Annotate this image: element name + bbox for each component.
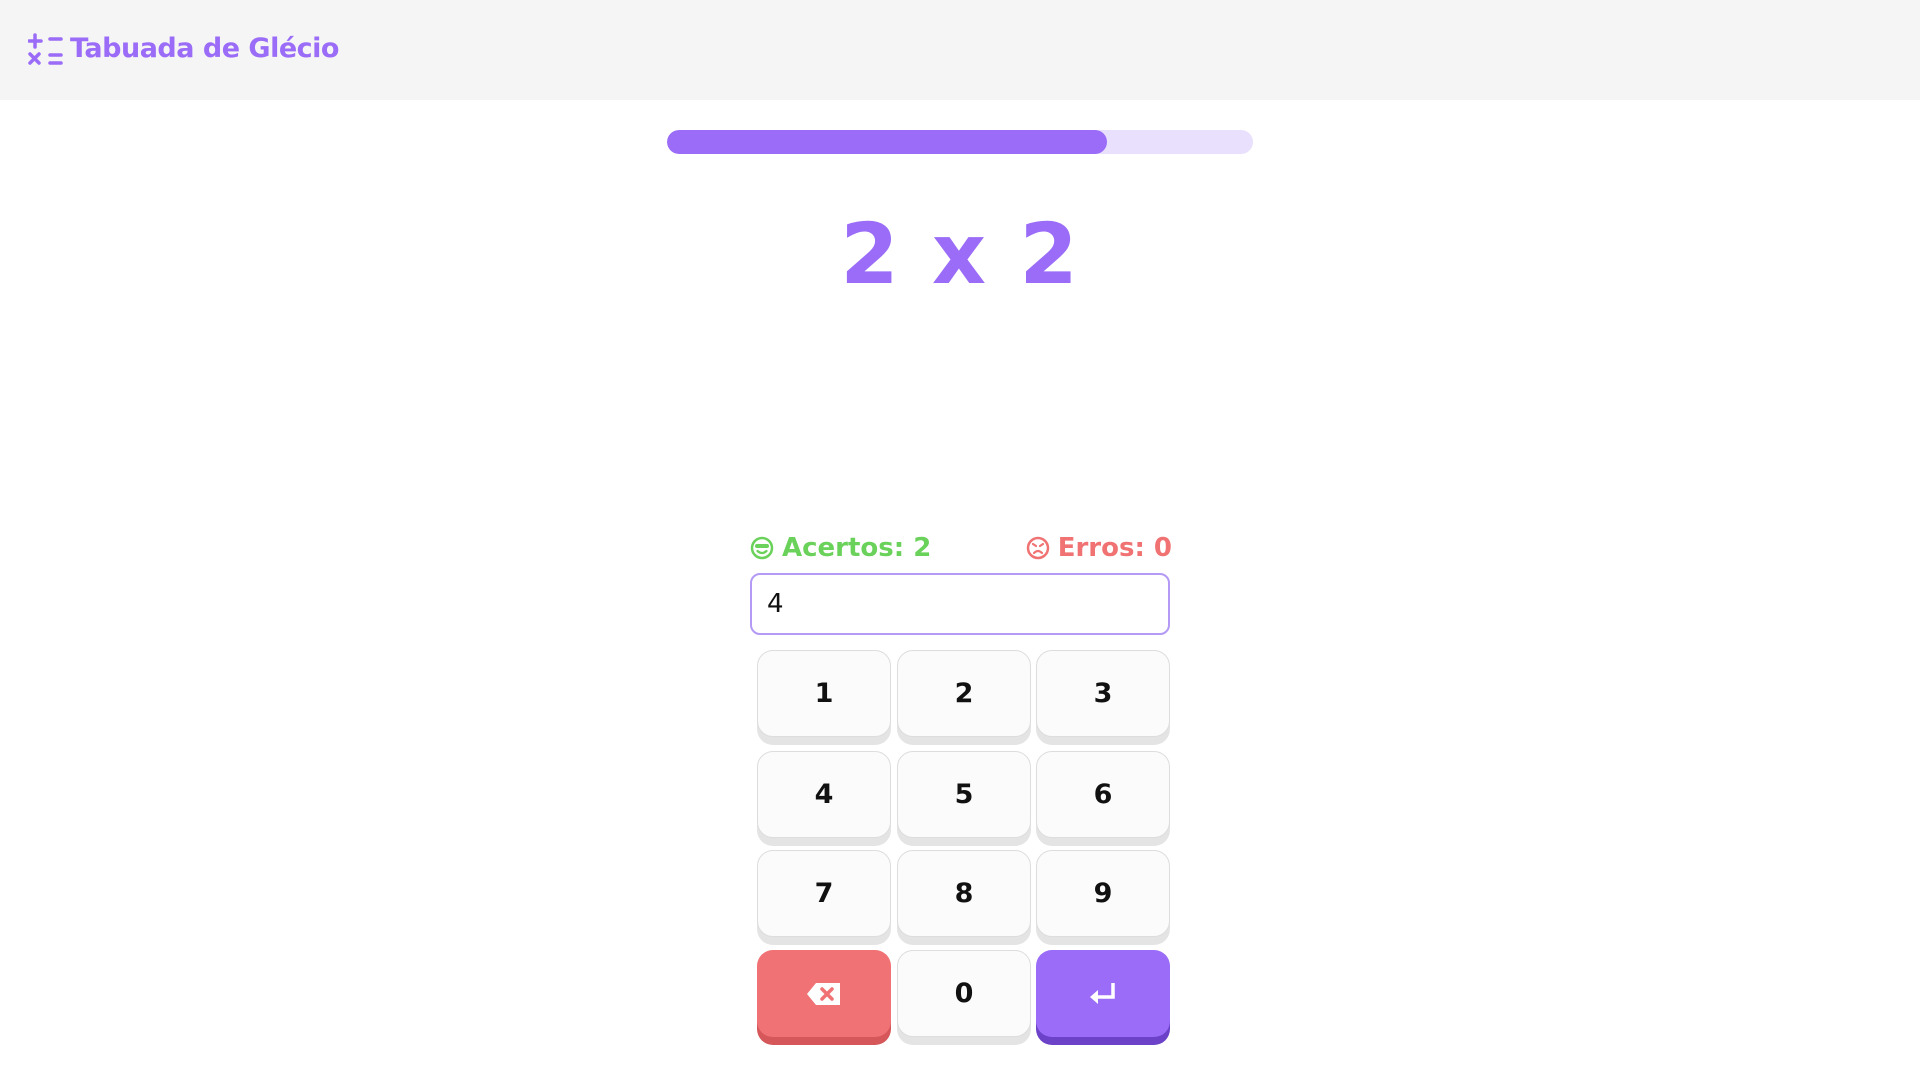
delete-button[interactable] (757, 950, 891, 1037)
key-3[interactable]: 3 (1036, 650, 1170, 737)
error-count: Erros: 0 (1026, 533, 1172, 563)
key-0[interactable]: 0 (897, 950, 1031, 1037)
correct-label: Acertos: 2 (782, 533, 932, 563)
key-4[interactable]: 4 (757, 751, 891, 838)
cool-face-icon (750, 536, 774, 560)
key-7[interactable]: 7 (757, 850, 891, 937)
calculator-symbols-icon (28, 33, 63, 65)
progress-fill (667, 130, 1107, 154)
backspace-icon (807, 982, 840, 1005)
key-1[interactable]: 1 (757, 650, 891, 737)
app-title: Tabuada de Glécio (70, 33, 339, 64)
enter-button[interactable] (1036, 950, 1170, 1037)
angry-face-icon (1026, 536, 1049, 560)
progress-bar (667, 130, 1253, 154)
key-5[interactable]: 5 (897, 751, 1031, 838)
correct-count: Acertos: 2 (750, 533, 931, 563)
answer-input[interactable] (750, 573, 1170, 635)
key-9[interactable]: 9 (1036, 850, 1170, 937)
enter-icon (1090, 982, 1115, 1004)
question: 2 x 2 (840, 205, 1080, 303)
errors-label: Erros: 0 (1057, 533, 1172, 563)
key-6[interactable]: 6 (1036, 751, 1170, 838)
header: Tabuada de Glécio (0, 0, 1920, 100)
key-8[interactable]: 8 (897, 850, 1031, 937)
key-2[interactable]: 2 (897, 650, 1031, 737)
